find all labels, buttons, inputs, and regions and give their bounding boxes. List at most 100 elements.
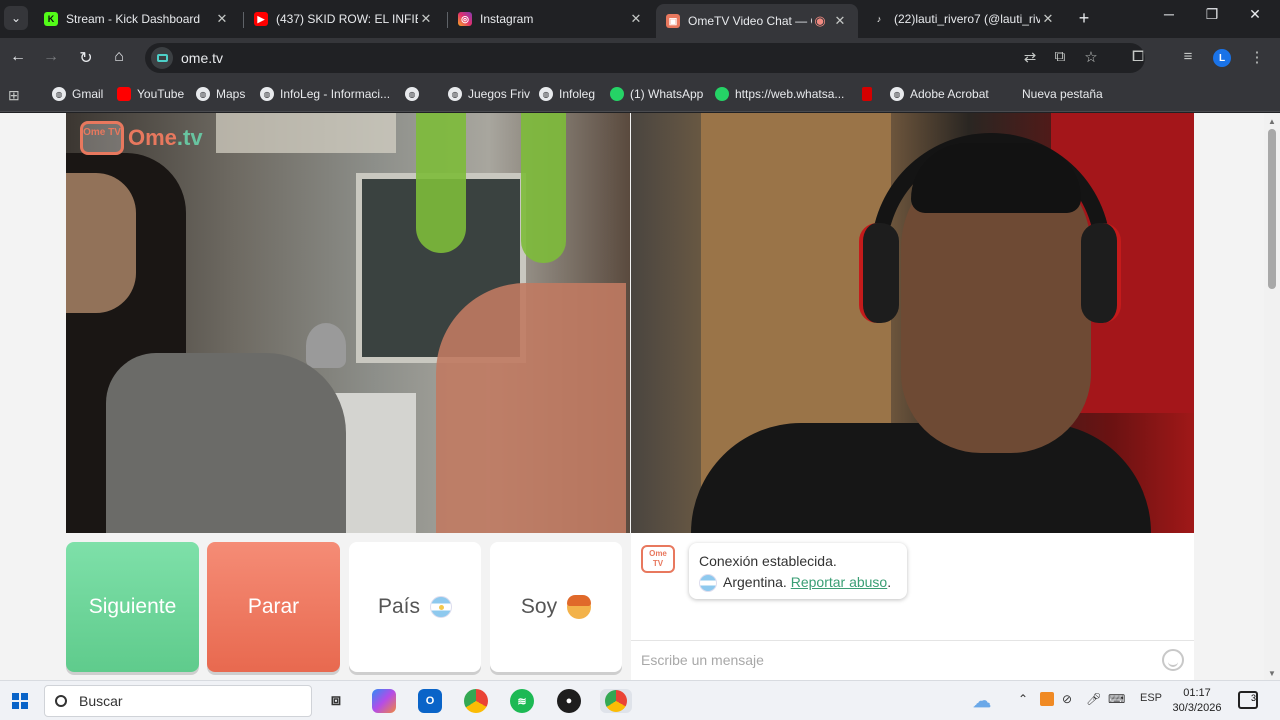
message-placeholder: Escribe un mensaje bbox=[641, 652, 764, 668]
ometv-logo: Ome TV Ome.tv bbox=[80, 121, 203, 155]
forward-arrow-icon[interactable]: → bbox=[40, 48, 62, 66]
obs-icon[interactable]: ● bbox=[557, 689, 581, 713]
bookmark-label: Gmail bbox=[72, 87, 104, 101]
back-arrow-icon[interactable]: ← bbox=[7, 48, 29, 66]
taskbar-search[interactable]: Buscar bbox=[44, 685, 312, 717]
gender-button-label: Soy bbox=[520, 595, 558, 618]
youtube-icon bbox=[117, 87, 131, 101]
windows-start-icon[interactable] bbox=[12, 693, 28, 709]
restore-button[interactable]: ❐ bbox=[1197, 6, 1227, 23]
ometv-wordmark: Ome.tv bbox=[128, 125, 203, 151]
tab-close-icon[interactable]: ✕ bbox=[832, 13, 848, 29]
bookmark-juegos-friv[interactable]: ◍ Juegos Friv bbox=[448, 87, 530, 101]
tab-tiktok[interactable]: ♪ (22)lauti_rivero7 (@lauti_rive ✕ bbox=[862, 4, 1066, 34]
bookmark-infoleg-informacion[interactable]: ◍ InfoLeg - Informaci... bbox=[260, 87, 390, 101]
stop-button[interactable]: Parar bbox=[207, 542, 340, 672]
keyboard-icon[interactable]: ⌨ bbox=[1108, 692, 1125, 706]
emoji-icon[interactable] bbox=[1162, 649, 1184, 671]
next-button[interactable]: Siguiente bbox=[66, 542, 199, 672]
gender-filter-button[interactable]: Soy bbox=[490, 542, 622, 672]
translate-icon[interactable]: ⇄ bbox=[1019, 48, 1041, 66]
network-icon[interactable]: ⊘ bbox=[1062, 692, 1072, 706]
argentina-flag-icon bbox=[699, 574, 717, 593]
apps-grid-icon[interactable]: ⊞ bbox=[8, 87, 20, 104]
media-control-icon[interactable]: ≡ bbox=[1177, 48, 1199, 65]
bookmark-whatsapp[interactable]: (1) WhatsApp bbox=[610, 87, 703, 101]
tab-ometv[interactable]: ▣ OmeTV Video Chat — C ◉ ✕ bbox=[656, 4, 858, 38]
bookmark-web-whatsapp[interactable]: https://web.whatsa... bbox=[715, 87, 844, 101]
tray-app-icon[interactable] bbox=[1040, 692, 1054, 706]
bookmark-star-icon[interactable]: ☆ bbox=[1080, 48, 1102, 66]
tab-search-button[interactable]: ⌄ bbox=[4, 6, 28, 30]
scroll-down-icon[interactable]: ▼ bbox=[1268, 669, 1276, 678]
taskbar-clock[interactable]: 01:17 30/3/2026 bbox=[1172, 686, 1222, 716]
recording-icon: ◉ bbox=[814, 13, 826, 28]
tab-instagram[interactable]: ◎ Instagram ✕ bbox=[448, 4, 654, 34]
globe-icon: ◍ bbox=[890, 87, 904, 101]
argentina-flag-icon bbox=[430, 596, 453, 618]
bookmark-untitled[interactable]: ◍ bbox=[405, 87, 425, 101]
browser-tab-strip: ⌄ K Stream - Kick Dashboard ✕ ▶ (437) SK… bbox=[0, 0, 1280, 38]
bookmark-infoleg[interactable]: ◍ Infoleg bbox=[539, 87, 595, 101]
extensions-icon[interactable]: ⧠ bbox=[1127, 48, 1149, 65]
notification-icon[interactable]: 3 bbox=[1238, 691, 1258, 709]
tab-close-icon[interactable]: ✕ bbox=[214, 11, 230, 27]
browser-toolbar: ← → ↻ ⌂ ome.tv ⇄ ⧉ ☆ ⧠ ≡ L ⋮ bbox=[0, 38, 1280, 80]
chrome-icon[interactable] bbox=[464, 689, 488, 713]
microphone-icon[interactable]: 🎤︎ bbox=[1086, 692, 1101, 706]
stop-button-label: Parar bbox=[247, 595, 300, 618]
tab-close-icon[interactable]: ✕ bbox=[628, 11, 644, 27]
page-scrollbar[interactable]: ▲ ▼ bbox=[1264, 113, 1280, 680]
bookmark-nueva-pestana[interactable]: Nueva pestaña bbox=[1002, 87, 1103, 101]
home-icon[interactable]: ⌂ bbox=[108, 48, 130, 66]
next-button-label: Siguiente bbox=[88, 595, 177, 618]
copilot-icon[interactable] bbox=[372, 689, 396, 713]
globe-icon: ◍ bbox=[405, 87, 419, 101]
address-bar[interactable]: ome.tv bbox=[145, 43, 1145, 73]
bookmark-red-icon bbox=[862, 87, 872, 101]
close-window-button[interactable]: ✕ bbox=[1240, 6, 1270, 23]
outlook-icon[interactable]: O bbox=[418, 689, 442, 713]
bookmark-adobe-acrobat[interactable]: ◍ Adobe Acrobat bbox=[890, 87, 989, 101]
reload-icon[interactable]: ↻ bbox=[75, 48, 97, 68]
new-tab-button[interactable]: + bbox=[1074, 8, 1094, 29]
url-text[interactable]: ome.tv bbox=[181, 50, 223, 66]
task-view-icon[interactable]: ⧈ bbox=[324, 689, 348, 713]
chevron-up-icon[interactable]: ⌃ bbox=[1018, 692, 1028, 706]
country-filter-button[interactable]: País bbox=[349, 542, 481, 672]
tab-youtube[interactable]: ▶ (437) SKID ROW: EL INFIERNO ✕ bbox=[244, 4, 444, 34]
search-icon bbox=[55, 695, 67, 707]
tab-close-icon[interactable]: ✕ bbox=[1040, 11, 1056, 27]
report-abuse-link[interactable]: Reportar abuso bbox=[791, 574, 888, 590]
chat-panel: Ome TV Conexión establecida. Argentina. … bbox=[631, 533, 1194, 680]
scroll-up-icon[interactable]: ▲ bbox=[1268, 117, 1276, 126]
clock-time: 01:17 bbox=[1183, 687, 1211, 699]
bookmark-gmail[interactable]: ◍ Gmail bbox=[52, 87, 103, 101]
weather-icon[interactable]: ☁ bbox=[970, 689, 994, 713]
tab-kick[interactable]: K Stream - Kick Dashboard ✕ bbox=[34, 4, 240, 34]
globe-icon: ◍ bbox=[448, 87, 462, 101]
bookmark-youtube[interactable]: YouTube bbox=[117, 87, 184, 101]
globe-icon: ◍ bbox=[260, 87, 274, 101]
search-label: Buscar bbox=[79, 693, 123, 709]
profile-avatar[interactable]: L bbox=[1213, 49, 1231, 67]
message-input[interactable]: Escribe un mensaje bbox=[631, 640, 1194, 680]
chrome-active-icon[interactable] bbox=[600, 689, 632, 713]
tab-close-icon[interactable]: ✕ bbox=[418, 11, 434, 27]
site-info-icon[interactable] bbox=[151, 47, 173, 69]
language-indicator[interactable]: ESP bbox=[1140, 692, 1162, 704]
bookmark-untitled-red[interactable] bbox=[862, 87, 878, 101]
menu-dots-icon[interactable]: ⋮ bbox=[1246, 48, 1268, 66]
bookmark-maps[interactable]: ◍ Maps bbox=[196, 87, 245, 101]
tab-title: Stream - Kick Dashboard bbox=[66, 12, 201, 26]
cast-icon[interactable]: ⧉ bbox=[1049, 48, 1071, 65]
minimize-button[interactable]: ─ bbox=[1154, 6, 1184, 22]
bookmark-label: (1) WhatsApp bbox=[630, 87, 704, 101]
system-message: Conexión establecida. Argentina. Reporta… bbox=[689, 543, 907, 599]
whatsapp-icon bbox=[610, 87, 624, 101]
scrollbar-thumb[interactable] bbox=[1268, 129, 1276, 289]
bookmark-label: Juegos Friv bbox=[468, 87, 531, 101]
whatsapp-icon bbox=[715, 87, 729, 101]
spotify-icon[interactable]: ≋ bbox=[510, 689, 534, 713]
youtube-icon: ▶ bbox=[254, 12, 268, 26]
